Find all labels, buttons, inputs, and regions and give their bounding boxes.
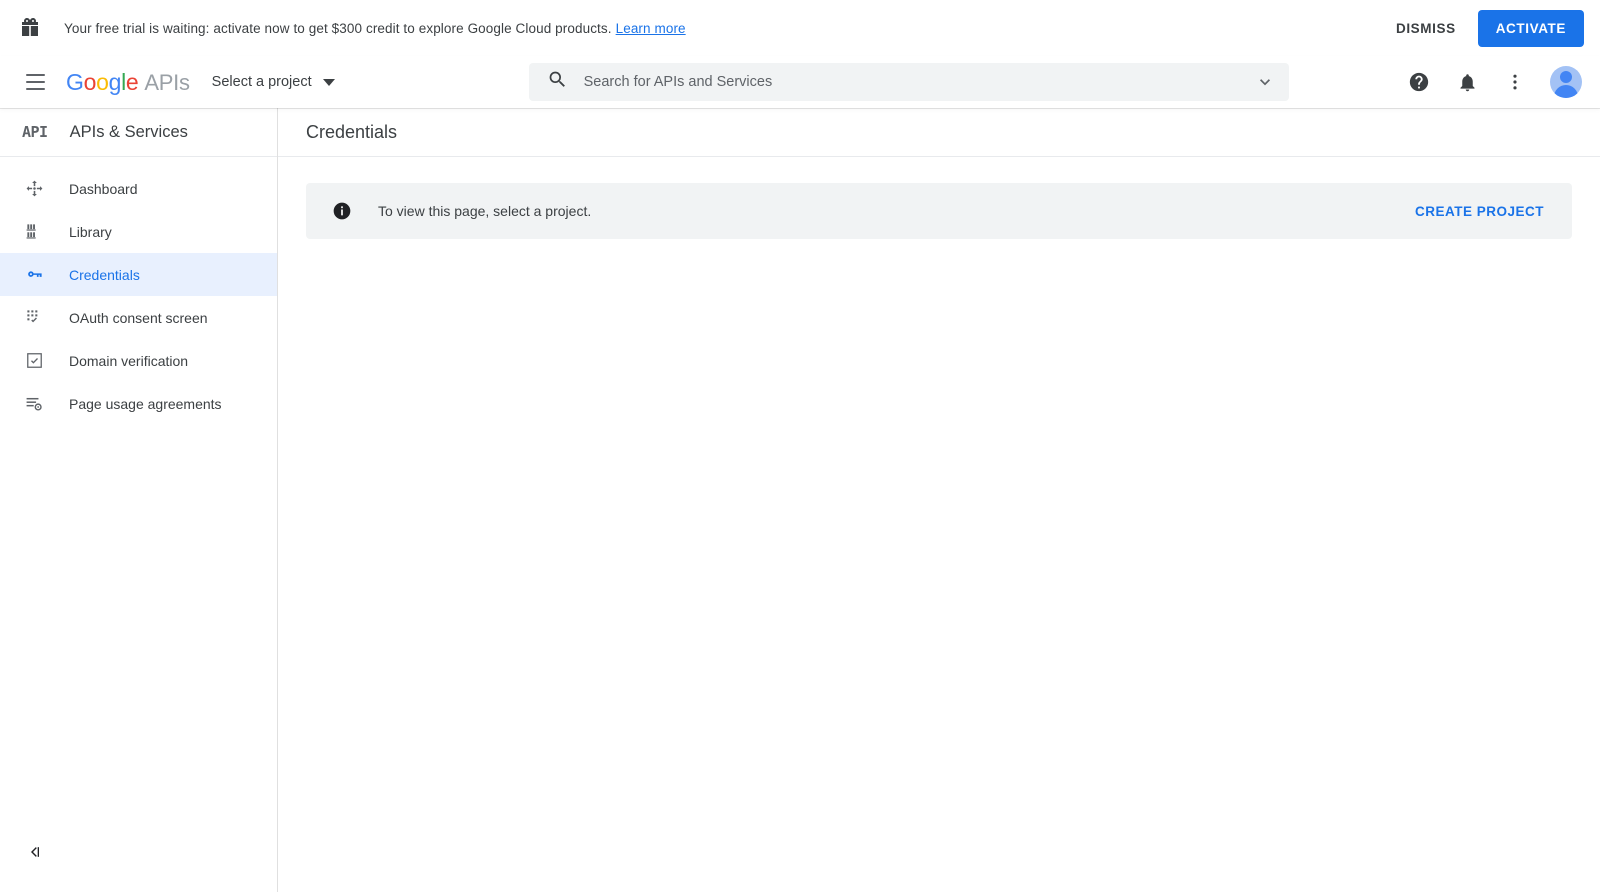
sidebar-item-library[interactable]: Library: [0, 210, 277, 253]
more-vertical-icon[interactable]: [1502, 69, 1528, 95]
help-circle-icon[interactable]: [1406, 69, 1432, 95]
hamburger-line: [25, 74, 45, 76]
sidebar-item-dashboard[interactable]: Dashboard: [0, 167, 277, 210]
sidebar-item-domain-verification[interactable]: Domain verification: [0, 339, 277, 382]
free-trial-banner: Your free trial is waiting: activate now…: [0, 0, 1600, 56]
sidebar-nav-list: Dashboard Library Credentials OAuth cons…: [0, 157, 277, 425]
logo-letter-o2: o: [96, 68, 109, 95]
logo-letter-e: e: [125, 68, 139, 95]
oauth-consent-icon: [24, 308, 44, 328]
key-icon: [24, 265, 44, 285]
sidebar-title: APIs & Services: [69, 122, 188, 141]
select-project-notice: To view this page, select a project. CRE…: [306, 183, 1572, 239]
domain-verification-icon: [24, 351, 44, 371]
page-usage-agreements-icon: [24, 394, 44, 414]
api-badge-icon: API: [22, 123, 48, 141]
account-avatar[interactable]: [1550, 66, 1582, 98]
page-shell: API APIs & Services Dashboard Library Cr…: [0, 108, 1600, 892]
gift-icon: [18, 16, 42, 40]
avatar-head: [1560, 71, 1572, 83]
collapse-panel-icon[interactable]: [22, 840, 46, 864]
main-header: Credentials: [278, 108, 1600, 157]
page-title: Credentials: [306, 121, 398, 142]
logo-letter-o1: o: [83, 68, 97, 95]
dashboard-icon: [24, 179, 44, 199]
search-input[interactable]: [583, 74, 1255, 90]
sidebar: API APIs & Services Dashboard Library Cr…: [0, 108, 278, 892]
sidebar-item-label: Credentials: [69, 266, 140, 283]
info-icon: [332, 201, 352, 221]
app-bar-actions: [1406, 66, 1588, 98]
logo-letter-g: G: [66, 68, 84, 95]
free-trial-message-text: Your free trial is waiting: activate now…: [64, 20, 612, 36]
main-content: Credentials To view this page, select a …: [278, 108, 1600, 892]
learn-more-link[interactable]: Learn more: [616, 21, 686, 36]
activate-button[interactable]: ACTIVATE: [1477, 9, 1584, 47]
hamburger-line: [25, 81, 45, 83]
sidebar-item-label: Dashboard: [69, 180, 138, 197]
sidebar-item-label: Domain verification: [69, 352, 189, 369]
dismiss-button[interactable]: DISMISS: [1388, 11, 1464, 46]
sidebar-item-label: Page usage agreements: [69, 395, 222, 412]
hamburger-menu-icon[interactable]: [18, 65, 52, 99]
chevron-down-icon: [322, 78, 335, 86]
sidebar-item-label: Library: [69, 223, 112, 240]
bell-icon[interactable]: [1454, 69, 1480, 95]
sidebar-item-label: OAuth consent screen: [69, 309, 208, 326]
google-apis-logo[interactable]: Google APIs: [66, 69, 190, 96]
logo-suffix-apis: APIs: [144, 69, 190, 95]
search-icon: [547, 69, 568, 95]
top-app-bar: Google APIs Select a project: [0, 56, 1600, 108]
sidebar-item-oauth-consent-screen[interactable]: OAuth consent screen: [0, 296, 277, 339]
hamburger-line: [25, 88, 45, 90]
project-selector-label: Select a project: [211, 74, 312, 90]
free-trial-banner-actions: DISMISS ACTIVATE: [1388, 9, 1584, 47]
free-trial-banner-content: Your free trial is waiting: activate now…: [18, 16, 1388, 40]
free-trial-message: Your free trial is waiting: activate now…: [64, 21, 686, 36]
sidebar-item-page-usage-agreements[interactable]: Page usage agreements: [0, 382, 277, 425]
avatar-body: [1554, 85, 1578, 98]
select-project-notice-text: To view this page, select a project.: [378, 203, 592, 219]
logo-letter-g2: g: [108, 68, 122, 95]
create-project-button[interactable]: CREATE PROJECT: [1409, 196, 1550, 227]
sidebar-item-credentials[interactable]: Credentials: [0, 253, 277, 296]
library-icon: [24, 222, 44, 242]
search-bar[interactable]: [528, 63, 1289, 101]
search-expand-chevron-down-icon[interactable]: [1255, 72, 1275, 92]
main-body: To view this page, select a project. CRE…: [278, 157, 1600, 239]
project-selector[interactable]: Select a project: [212, 74, 335, 90]
sidebar-header: API APIs & Services: [0, 108, 277, 157]
